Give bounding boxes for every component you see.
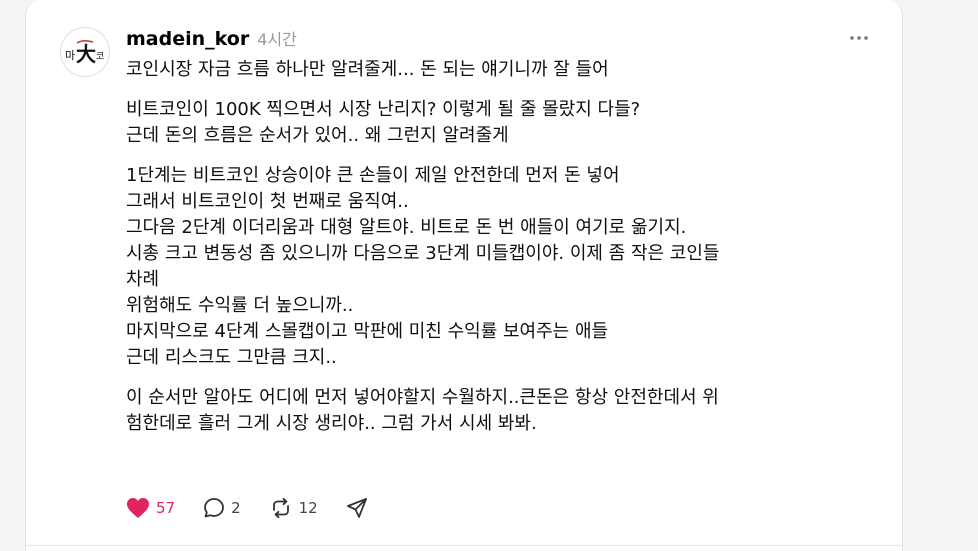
post-line: 비트코인이 100K 찍으면서 시장 난리지? 이렇게 될 줄 몰랐지 다들? (126, 99, 641, 120)
avatar[interactable]: 마 大 코 (60, 27, 110, 77)
post-line: 험한데로 흘러 그게 시장 생리야.. 그럼 가서 시세 봐봐. (126, 413, 537, 434)
post-line: 근데 리스크도 그만큼 크지.. (126, 347, 337, 368)
post-line: 코인시장 자금 흐름 하나만 알려줄게... 돈 되는 얘기니까 잘 들어 (126, 59, 609, 80)
svg-text:마: 마 (65, 49, 75, 62)
like-count: 57 (156, 499, 176, 517)
comment-icon (204, 498, 224, 518)
post-paragraph: 코인시장 자금 흐름 하나만 알려줄게... 돈 되는 얘기니까 잘 들어 (126, 57, 886, 83)
svg-text:大: 大 (76, 42, 96, 66)
share-button[interactable] (346, 497, 368, 519)
more-options-button[interactable] (844, 28, 874, 48)
post-line: 그래서 비트코인이 첫 번째로 움직여.. (126, 191, 409, 212)
post-line: 그다음 2단계 이더리움과 대형 알트야. 비트로 돈 번 애들이 여기로 옮기… (126, 217, 687, 238)
post-line: 위험해도 수익률 더 높으니까.. (126, 295, 354, 316)
post-paragraph: 1단계는 비트코인 상승이야 큰 손들이 제일 안전한데 먼저 돈 넣어 그래서… (126, 163, 886, 371)
post-paragraph: 비트코인이 100K 찍으면서 시장 난리지? 이렇게 될 줄 몰랐지 다들? … (126, 97, 886, 149)
post-paragraph: 이 순서만 알아도 어디에 먼저 넣어야할지 수월하지..큰돈은 항상 안전한데… (126, 385, 886, 437)
avatar-logo: 마 大 코 (65, 39, 104, 66)
svg-text:코: 코 (96, 52, 104, 62)
more-icon (850, 36, 868, 40)
share-icon (346, 498, 367, 518)
repost-icon (272, 497, 289, 519)
post-line: 1단계는 비트코인 상승이야 큰 손들이 제일 안전한데 먼저 돈 넣어 (126, 165, 620, 186)
post-line: 시총 크고 변동성 좀 있으니까 다음으로 3단계 미들캡이야. 이제 좀 작은… (126, 243, 720, 264)
username[interactable]: madein_kor (126, 28, 249, 50)
divider (26, 545, 902, 546)
comment-button[interactable]: 2 (203, 497, 241, 519)
post-card: 마 大 코 madein_kor 4시간 코인시장 자금 흐름 하나만 알려줄게… (25, 0, 903, 551)
post-line: 근데 돈의 흐름은 순서가 있어.. 왜 그런지 알려줄게 (126, 125, 509, 146)
post-header: madein_kor 4시간 (126, 26, 297, 52)
comment-count: 2 (231, 499, 241, 517)
heart-icon (127, 498, 149, 518)
post-time[interactable]: 4시간 (257, 26, 297, 50)
post-line: 마지막으로 4단계 스몰캡이고 막판에 미친 수익률 보여주는 애들 (126, 321, 609, 342)
post-line: 차례 (126, 269, 160, 290)
repost-button[interactable]: 12 (269, 497, 318, 519)
like-button[interactable]: 57 (126, 497, 175, 519)
post-line: 이 순서만 알아도 어디에 먼저 넣어야할지 수월하지..큰돈은 항상 안전한데… (126, 387, 719, 408)
repost-count: 12 (298, 499, 318, 517)
post-body: 코인시장 자금 흐름 하나만 알려줄게... 돈 되는 얘기니까 잘 들어 비트… (126, 57, 886, 451)
post-actions: 57 2 12 (126, 494, 396, 522)
